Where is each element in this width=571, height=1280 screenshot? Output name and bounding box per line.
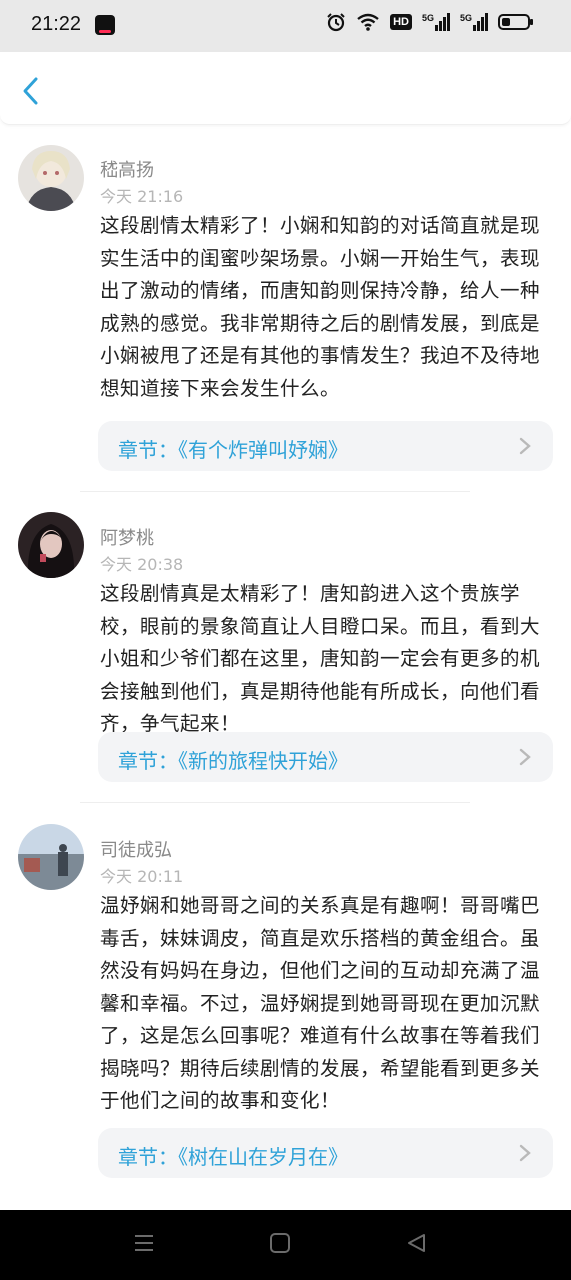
alarm-icon xyxy=(327,13,345,32)
home-icon[interactable] xyxy=(269,1232,291,1254)
avatar[interactable] xyxy=(18,824,84,890)
comment-item: 嵇高扬 今天 21:16 这段剧情太精彩了！小娴和知韵的对话简直就是现实生活中的… xyxy=(0,140,571,492)
chevron-right-icon xyxy=(519,748,531,766)
comment-time: 今天 20:11 xyxy=(100,867,184,886)
avatar[interactable] xyxy=(18,145,84,211)
comment-username[interactable]: 司徒成弘 xyxy=(100,836,172,862)
chevron-right-icon xyxy=(519,1144,531,1162)
status-bar: 21:22 HD 5G 5G xyxy=(0,0,571,52)
back-triangle-icon[interactable] xyxy=(405,1232,427,1254)
avatar[interactable] xyxy=(18,512,84,578)
header-bar xyxy=(0,52,571,125)
system-nav-bar xyxy=(0,1210,571,1280)
divider xyxy=(80,802,470,803)
chapter-label: 章节：《树在山在岁月在》 xyxy=(118,1145,348,1169)
comment-item: 司徒成弘 今天 20:11 温妤娴和她哥哥之间的关系真是有趣啊！哥哥嘴巴毒舌，妹… xyxy=(0,804,571,1204)
comment-feed: 嵇高扬 今天 21:16 这段剧情太精彩了！小娴和知韵的对话简直就是现实生活中的… xyxy=(0,140,571,1204)
hd-icon: HD xyxy=(390,14,412,30)
network-label: 5G xyxy=(421,13,434,23)
comment-time: 今天 20:38 xyxy=(100,555,184,574)
comment-username[interactable]: 阿梦桃 xyxy=(100,524,154,550)
network-label: 5G xyxy=(459,13,472,23)
wifi-icon xyxy=(357,13,379,31)
chapter-label: 章节：《新的旅程快开始》 xyxy=(118,749,348,773)
menu-icon[interactable] xyxy=(133,1232,155,1254)
comment-text: 温妤娴和她哥哥之间的关系真是有趣啊！哥哥嘴巴毒舌，妹妹调皮，简直是欢乐搭档的黄金… xyxy=(100,894,541,1112)
chapter-link[interactable]: 章节：《树在山在岁月在》 xyxy=(98,1128,553,1178)
status-time: 21:22 xyxy=(31,13,82,35)
comment-item: 阿梦桃 今天 20:38 这段剧情真是太精彩了！唐知韵进入这个贵族学校，眼前的景… xyxy=(0,492,571,804)
chevron-left-icon[interactable] xyxy=(18,76,44,106)
comment-time: 今天 21:16 xyxy=(100,187,184,206)
signal-5g-icon: 5G xyxy=(422,13,450,31)
status-icons: HD 5G 5G xyxy=(326,12,534,32)
comment-username[interactable]: 嵇高扬 xyxy=(100,156,154,182)
chapter-link[interactable]: 章节：《新的旅程快开始》 xyxy=(98,732,553,782)
tiktok-app-icon xyxy=(95,15,115,35)
signal-5g-icon: 5G xyxy=(460,13,488,31)
comment-text: 这段剧情真是太精彩了！唐知韵进入这个贵族学校，眼前的景象简直让人目瞪口呆。而且，… xyxy=(100,582,541,735)
battery-icon xyxy=(498,14,533,30)
chevron-right-icon xyxy=(519,437,531,455)
comment-text: 这段剧情太精彩了！小娴和知韵的对话简直就是现实生活中的闺蜜吵架场景。小娴一开始生… xyxy=(100,214,541,400)
chapter-link[interactable]: 章节：《有个炸弹叫妤娴》 xyxy=(98,421,553,471)
chapter-label: 章节：《有个炸弹叫妤娴》 xyxy=(118,438,348,462)
